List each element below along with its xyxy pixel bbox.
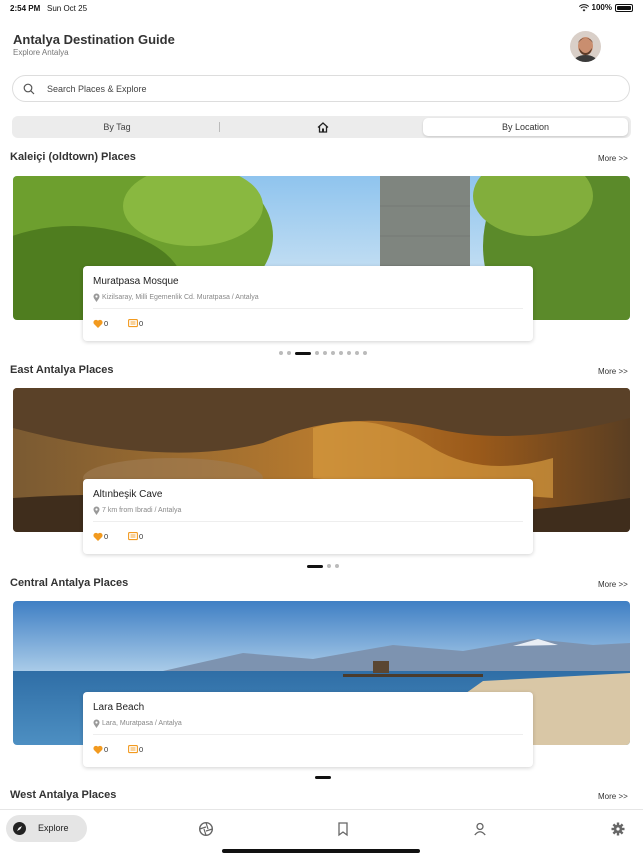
person-icon <box>474 822 486 836</box>
segment-home[interactable] <box>220 118 426 136</box>
status-right: 100% <box>578 3 633 12</box>
battery-icon <box>615 3 633 12</box>
likes-stat[interactable]: 0 <box>93 532 108 541</box>
page-dot[interactable] <box>287 351 291 355</box>
aperture-icon <box>198 821 214 837</box>
place-card-lara-beach[interactable]: Lara Beach Lara, Muratpasa / Antalya 0 0 <box>83 692 533 767</box>
tab-explore-label: Explore <box>38 823 69 833</box>
page-dot[interactable] <box>355 351 359 355</box>
place-location: Kizilsaray, Milli Egemenlik Cd. Muratpas… <box>93 293 259 302</box>
comments-count: 0 <box>139 532 144 541</box>
comments-stat[interactable]: 0 <box>128 532 143 541</box>
tab-bookmarks[interactable] <box>335 821 351 837</box>
home-indicator <box>222 849 420 853</box>
page-dot[interactable] <box>363 351 367 355</box>
likes-stat[interactable]: 0 <box>93 319 108 328</box>
segment-by-tag[interactable]: By Tag <box>14 118 220 136</box>
card-divider <box>93 521 523 522</box>
place-location-text: 7 km from Ibradi / Antalya <box>102 507 182 514</box>
section-title-west: West Antalya Places <box>10 789 117 801</box>
search-input[interactable] <box>47 80 607 98</box>
heart-icon <box>93 745 103 754</box>
compass-icon <box>13 822 26 835</box>
app-subtitle: Explore Antalya <box>13 48 69 57</box>
card-divider <box>93 734 523 735</box>
user-avatar[interactable] <box>570 31 601 62</box>
page-dot-active[interactable] <box>307 564 323 568</box>
status-time: 2:54 PM <box>10 4 41 13</box>
search-bar[interactable] <box>12 75 630 102</box>
status-date: Sun Oct 25 <box>47 4 88 13</box>
tab-settings[interactable] <box>610 821 626 837</box>
tab-explore[interactable]: Explore <box>6 815 87 842</box>
heart-icon <box>93 532 103 541</box>
page-dot[interactable] <box>279 351 283 355</box>
location-pin-icon <box>93 293 100 302</box>
bookmark-icon <box>338 822 348 837</box>
filter-segmented-control: By Tag By Location <box>12 116 631 138</box>
status-bar: 2:54 PM Sun Oct 25 100% <box>0 0 643 16</box>
more-link-central[interactable]: More >> <box>598 580 628 589</box>
section-title-kaleici: Kaleiçi (oldtown) Places <box>10 151 136 163</box>
location-pin-icon <box>93 506 100 515</box>
card-divider <box>93 308 523 309</box>
page-dot[interactable] <box>323 351 327 355</box>
comment-icon <box>128 745 138 754</box>
place-location-text: Lara, Muratpasa / Antalya <box>102 720 182 727</box>
section-title-central: Central Antalya Places <box>10 577 129 589</box>
more-link-west[interactable]: More >> <box>598 792 628 801</box>
comment-icon <box>128 319 138 328</box>
page-dot[interactable] <box>335 564 339 568</box>
comment-icon <box>128 532 138 541</box>
home-icon <box>317 121 329 133</box>
place-name: Altınbeşik Cave <box>93 489 163 500</box>
place-name: Lara Beach <box>93 702 145 713</box>
more-link-east[interactable]: More >> <box>598 367 628 376</box>
likes-count: 0 <box>104 745 109 754</box>
battery-percent: 100% <box>591 3 612 12</box>
page-dot[interactable] <box>331 351 335 355</box>
place-card-muratpasa-mosque[interactable]: Muratpasa Mosque Kizilsaray, Milli Egeme… <box>83 266 533 341</box>
likes-count: 0 <box>104 532 109 541</box>
more-link-kaleici[interactable]: More >> <box>598 154 628 163</box>
page-dot[interactable] <box>327 564 331 568</box>
place-location: 7 km from Ibradi / Antalya <box>93 506 181 515</box>
place-location-text: Kizilsaray, Milli Egemenlik Cd. Muratpas… <box>102 294 259 301</box>
page-indicator-east[interactable] <box>307 564 339 568</box>
tab-camera[interactable] <box>198 821 214 837</box>
place-name: Muratpasa Mosque <box>93 276 179 287</box>
location-pin-icon <box>93 719 100 728</box>
gear-icon <box>611 822 625 836</box>
likes-stat[interactable]: 0 <box>93 745 108 754</box>
page-dot[interactable] <box>347 351 351 355</box>
comments-stat[interactable]: 0 <box>128 745 143 754</box>
wifi-icon <box>578 3 589 11</box>
page-dot[interactable] <box>315 351 319 355</box>
place-card-altinbesik-cave[interactable]: Altınbeşik Cave 7 km from Ibradi / Antal… <box>83 479 533 554</box>
page-dot-active[interactable] <box>295 351 311 355</box>
page-indicator-kaleici[interactable] <box>279 351 367 355</box>
place-location: Lara, Muratpasa / Antalya <box>93 719 182 728</box>
page-dot[interactable] <box>339 351 343 355</box>
page-dot-active[interactable] <box>315 776 331 779</box>
comments-stat[interactable]: 0 <box>128 319 143 328</box>
comments-count: 0 <box>139 745 144 754</box>
app-title: Antalya Destination Guide <box>13 32 175 47</box>
search-icon <box>23 83 35 95</box>
heart-icon <box>93 319 103 328</box>
comments-count: 0 <box>139 319 144 328</box>
section-title-east: East Antalya Places <box>10 364 114 376</box>
tab-profile[interactable] <box>472 821 488 837</box>
page-indicator-central[interactable] <box>315 776 331 779</box>
likes-count: 0 <box>104 319 109 328</box>
segment-by-location[interactable]: By Location <box>423 118 628 136</box>
